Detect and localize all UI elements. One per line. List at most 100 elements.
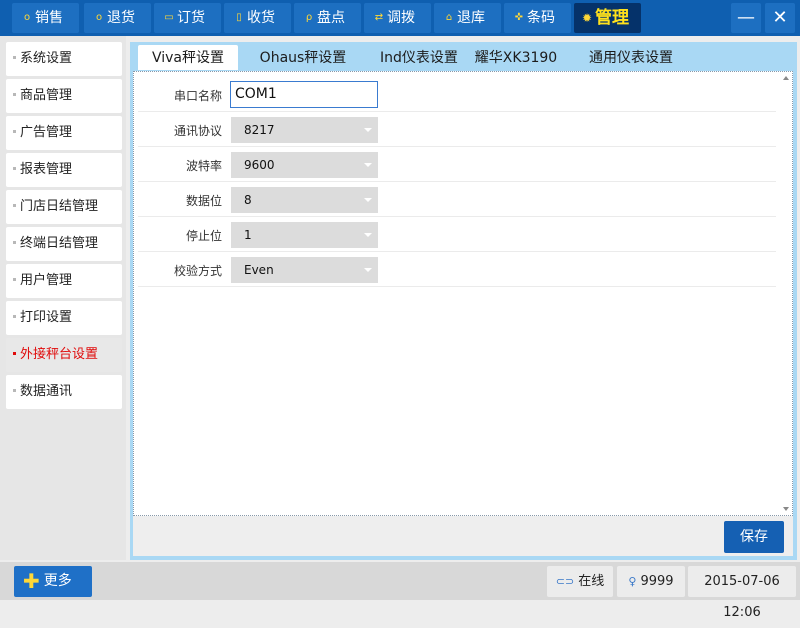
status-bar: ✚ 更多 ⊂⊃ 在线 ♀ 9999 2015-07-06 12:06 [0, 562, 800, 620]
sidebar-item-users[interactable]: 用户管理 [6, 264, 122, 298]
stopbits-select[interactable]: 1 [231, 222, 378, 248]
close-icon: ✕ [772, 7, 788, 28]
bullet-icon [13, 388, 16, 392]
sidebar-item-products[interactable]: 商品管理 [6, 79, 122, 113]
more-label: 更多 [43, 573, 72, 589]
nav-tab-return[interactable]: o 退货 [84, 3, 151, 33]
sidebar-item-label: 商品管理 [20, 88, 73, 103]
close-button[interactable]: ✕ [765, 3, 795, 33]
document-icon: ▯ [236, 12, 242, 23]
scroll-up-icon[interactable] [783, 76, 789, 80]
sidebar-item-store-daily[interactable]: 门店日结管理 [6, 190, 122, 224]
form-row-protocol: 通讯协议 8217 [138, 113, 776, 147]
tab-label: Viva秤设置 [151, 50, 225, 66]
nav-tab-label: 退库 [457, 10, 485, 26]
online-label: 在线 [578, 574, 605, 589]
protocol-value: 8217 [244, 123, 275, 137]
save-button[interactable]: 保存 [724, 521, 784, 553]
nav-tab-receive[interactable]: ▯ 收货 [224, 3, 291, 33]
sidebar-item-label: 外接秤台设置 [20, 347, 99, 362]
protocol-select[interactable]: 8217 [231, 117, 378, 143]
order-icon: ▭ [164, 12, 174, 23]
chevron-down-icon [364, 198, 372, 202]
current-user: ♀ 9999 [617, 566, 685, 597]
bullet-icon [13, 129, 16, 133]
scroll-down-icon[interactable] [783, 507, 789, 511]
sidebar-item-scale-settings[interactable]: 外接秤台设置 [6, 338, 122, 372]
sidebar-item-data-comm[interactable]: 数据通讯 [6, 375, 122, 409]
port-input[interactable]: COM1 [230, 81, 378, 108]
protocol-label: 通讯协议 [173, 124, 222, 138]
stopbits-value: 1 [244, 228, 252, 242]
bullet-icon [13, 166, 16, 170]
chevron-down-icon [364, 268, 372, 272]
tab-label: 耀华XK3190 [474, 50, 558, 66]
warehouse-icon: ⌂ [445, 12, 453, 23]
sidebar-item-reports[interactable]: 报表管理 [6, 153, 122, 187]
scrollbar[interactable] [780, 72, 792, 515]
nav-tab-label: 条码 [527, 10, 555, 26]
sidebar-item-label: 终端日结管理 [20, 236, 99, 251]
user-icon: ♀ [628, 575, 637, 588]
panel-footer: 保存 [133, 516, 793, 556]
form-row-port: 串口名称 COM1 [138, 78, 776, 112]
top-nav-bar: o 销售 o 退货 ▭ 订货 ▯ 收货 ρ 盘点 ⇄ 调拨 ⌂ 退库 ✜ 条码 ✹ 管理 — ✕ [0, 0, 800, 36]
datetime-value: 2015-07-06 12:06 [704, 574, 780, 620]
sidebar: 系统设置 商品管理 广告管理 报表管理 门店日结管理 终端日结管理 用户管理 打… [0, 36, 126, 560]
parity-value: Even [244, 263, 274, 277]
tab-viva-scale[interactable]: Viva秤设置 [138, 45, 238, 70]
nav-tab-label: 盘点 [317, 10, 345, 26]
more-button[interactable]: ✚ 更多 [14, 566, 92, 597]
coin-icon: o [95, 12, 103, 23]
bullet-icon [13, 277, 16, 281]
nav-tab-inventory[interactable]: ρ 盘点 [294, 3, 361, 33]
nav-tab-label: 调拨 [387, 10, 415, 26]
databits-value: 8 [244, 193, 252, 207]
nav-tab-management[interactable]: ✹ 管理 [574, 3, 641, 33]
nav-tab-label: 销售 [35, 10, 63, 26]
nav-tab-label: 退货 [107, 10, 135, 26]
nav-tab-label: 订货 [177, 10, 205, 26]
minimize-button[interactable]: — [731, 3, 761, 33]
minimize-icon: — [737, 7, 755, 28]
tab-yaohua-xk3190[interactable]: 耀华XK3190 [458, 45, 574, 70]
sidebar-item-print-settings[interactable]: 打印设置 [6, 301, 122, 335]
sidebar-item-label: 广告管理 [20, 125, 73, 140]
sidebar-item-label: 系统设置 [20, 51, 73, 66]
form-row-databits: 数据位 8 [138, 183, 776, 217]
port-label: 串口名称 [173, 89, 222, 103]
sidebar-item-terminal-daily[interactable]: 终端日结管理 [6, 227, 122, 261]
bullet-icon [13, 240, 16, 244]
baud-select[interactable]: 9600 [231, 152, 378, 178]
bullet-icon [13, 314, 16, 318]
settings-form: 串口名称 COM1 通讯协议 8217 波特率 9600 数据位 8 停止位 1… [133, 71, 793, 516]
gear-icon: ✹ [582, 11, 593, 25]
nav-tab-transfer[interactable]: ⇄ 调拨 [364, 3, 431, 33]
sidebar-item-system-settings[interactable]: 系统设置 [6, 42, 122, 76]
tab-label: Ohaus秤设置 [259, 50, 347, 66]
tab-generic-meter[interactable]: 通用仪表设置 [570, 45, 692, 70]
link-icon: ⊂⊃ [555, 575, 575, 588]
barcode-icon: ✜ [514, 12, 524, 23]
sidebar-item-label: 门店日结管理 [20, 199, 99, 214]
nav-tab-order[interactable]: ▭ 订货 [154, 3, 221, 33]
sidebar-item-label: 报表管理 [20, 162, 73, 177]
sidebar-item-label: 用户管理 [20, 273, 73, 288]
baud-label: 波特率 [185, 159, 222, 173]
form-row-baud: 波特率 9600 [138, 148, 776, 182]
bullet-icon [13, 92, 16, 96]
bullet-icon [13, 203, 16, 207]
nav-tab-sales[interactable]: o 销售 [12, 3, 79, 33]
chevron-down-icon [364, 128, 372, 132]
tab-ohaus-scale[interactable]: Ohaus秤设置 [242, 45, 364, 70]
sidebar-item-ads[interactable]: 广告管理 [6, 116, 122, 150]
settings-panel: Viva秤设置 Ohaus秤设置 Ind仪表设置 耀华XK3190 通用仪表设置… [130, 42, 797, 560]
nav-tab-barcode[interactable]: ✜ 条码 [504, 3, 571, 33]
databits-select[interactable]: 8 [231, 187, 378, 213]
bullet-icon [13, 351, 16, 355]
nav-tab-stock-return[interactable]: ⌂ 退库 [434, 3, 501, 33]
user-id: 9999 [640, 574, 674, 589]
nav-tab-label: 管理 [595, 8, 629, 28]
bullet-icon [13, 55, 16, 59]
parity-select[interactable]: Even [231, 257, 378, 283]
